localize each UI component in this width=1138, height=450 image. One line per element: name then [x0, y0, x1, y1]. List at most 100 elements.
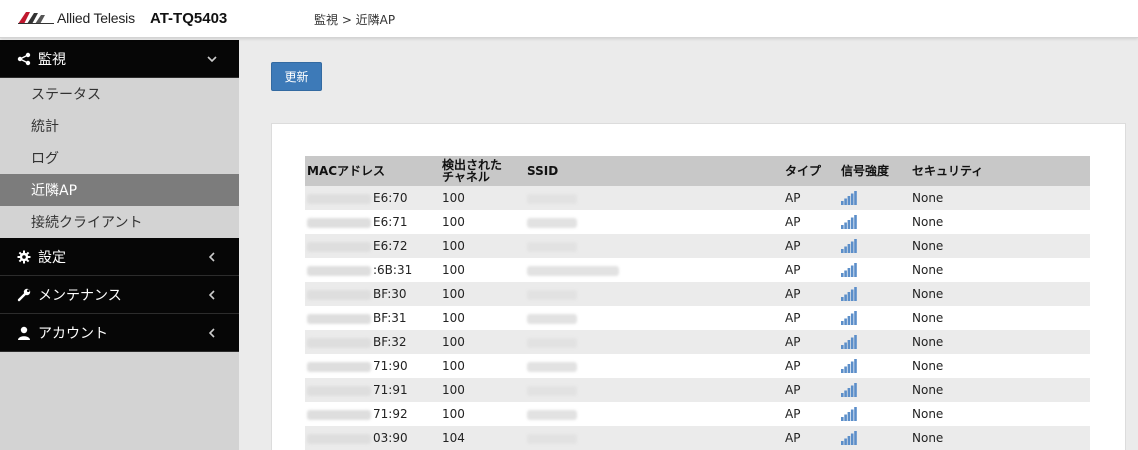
gear-icon: [16, 249, 32, 265]
type-cell: AP: [783, 258, 839, 282]
channel-cell: 100: [440, 330, 525, 354]
wrench-icon: [16, 287, 32, 303]
mac-cell: :6B:31: [305, 258, 440, 282]
column-header-channel[interactable]: 検出された チャネル: [440, 156, 525, 186]
security-cell: None: [910, 306, 1090, 330]
table-row: BF:32 100 AP None: [305, 330, 1090, 354]
redacted-mac: [307, 193, 371, 204]
column-header-security[interactable]: セキュリティ: [910, 156, 1090, 186]
column-header-mac[interactable]: MACアドレス: [305, 156, 440, 186]
signal-strength-icon: [841, 215, 857, 229]
signal-cell: [839, 234, 910, 258]
type-cell: AP: [783, 354, 839, 378]
security-cell: None: [910, 378, 1090, 402]
mac-cell: E6:72: [305, 234, 440, 258]
sidebar-item-statistics[interactable]: 統計: [0, 110, 239, 142]
table-row: 03:90 104 AP None: [305, 426, 1090, 450]
table-row: 71:92 100 AP None: [305, 402, 1090, 426]
ssid-cell: [525, 378, 783, 402]
table-row: E6:72 100 AP None: [305, 234, 1090, 258]
channel-cell: 100: [440, 234, 525, 258]
type-cell: AP: [783, 402, 839, 426]
mac-cell: 71:91: [305, 378, 440, 402]
sidebar-item-connected-clients[interactable]: 接続クライアント: [0, 206, 239, 238]
signal-strength-icon: [841, 191, 857, 205]
type-cell: AP: [783, 330, 839, 354]
type-cell: AP: [783, 210, 839, 234]
mac-suffix: 71:92: [373, 407, 408, 421]
mac-cell: E6:70: [305, 186, 440, 210]
chevron-left-icon: [207, 327, 217, 338]
top-header: Allied Telesis AT-TQ5403 監視 > 近隣AP: [0, 0, 1138, 38]
column-header-signal[interactable]: 信号強度: [839, 156, 910, 186]
sidebar-group-label: 設定: [38, 249, 66, 266]
ssid-cell: [525, 426, 783, 450]
sidebar-item-status[interactable]: ステータス: [0, 78, 239, 110]
security-cell: None: [910, 210, 1090, 234]
sidebar-item-neighbor-ap[interactable]: 近隣AP: [0, 174, 239, 206]
security-cell: None: [910, 330, 1090, 354]
signal-strength-icon: [841, 335, 857, 349]
sidebar-group-monitor[interactable]: 監視: [0, 40, 239, 78]
sidebar-group-label: 監視: [38, 51, 66, 68]
ssid-cell: [525, 234, 783, 258]
chevron-left-icon: [207, 251, 217, 262]
sidebar-group-account[interactable]: アカウント: [0, 314, 239, 352]
security-cell: None: [910, 354, 1090, 378]
chevron-down-icon: [207, 54, 217, 64]
neighbor-ap-table: MACアドレス 検出された チャネル SSID タイプ 信号強度 セキュリティ …: [305, 156, 1090, 450]
signal-strength-icon: [841, 359, 857, 373]
redacted-ssid: [527, 361, 577, 372]
mac-suffix: E6:72: [373, 239, 408, 253]
redacted-mac: [307, 361, 371, 372]
table-row: E6:71 100 AP None: [305, 210, 1090, 234]
signal-cell: [839, 186, 910, 210]
column-header-type[interactable]: タイプ: [783, 156, 839, 186]
channel-cell: 100: [440, 282, 525, 306]
signal-strength-icon: [841, 431, 857, 445]
ssid-cell: [525, 402, 783, 426]
mac-suffix: BF:30: [373, 287, 407, 301]
redacted-ssid: [527, 217, 577, 228]
signal-cell: [839, 426, 910, 450]
signal-cell: [839, 330, 910, 354]
signal-cell: [839, 378, 910, 402]
redacted-ssid: [527, 409, 577, 420]
sidebar-group-maintenance[interactable]: メンテナンス: [0, 276, 239, 314]
chevron-left-icon: [207, 289, 217, 300]
ssid-cell: [525, 282, 783, 306]
mac-suffix: 03:90: [373, 431, 408, 445]
share-icon: [16, 51, 32, 67]
redacted-ssid: [527, 265, 619, 276]
table-row: 71:91 100 AP None: [305, 378, 1090, 402]
redacted-ssid: [527, 385, 577, 396]
redacted-mac: [307, 337, 371, 348]
refresh-button[interactable]: 更新: [271, 62, 322, 91]
sidebar-group-settings[interactable]: 設定: [0, 238, 239, 276]
redacted-mac: [307, 289, 371, 300]
signal-cell: [839, 306, 910, 330]
channel-cell: 100: [440, 258, 525, 282]
redacted-ssid: [527, 289, 577, 300]
brand-logo[interactable]: Allied Telesis: [18, 10, 135, 26]
channel-cell: 100: [440, 354, 525, 378]
ssid-cell: [525, 186, 783, 210]
column-header-ssid[interactable]: SSID: [525, 156, 783, 186]
channel-cell: 100: [440, 402, 525, 426]
signal-cell: [839, 258, 910, 282]
signal-cell: [839, 354, 910, 378]
redacted-mac: [307, 265, 371, 276]
device-model: AT-TQ5403: [150, 10, 228, 27]
redacted-ssid: [527, 193, 577, 204]
neighbor-ap-panel: MACアドレス 検出された チャネル SSID タイプ 信号強度 セキュリティ …: [271, 123, 1126, 450]
mac-suffix: E6:71: [373, 215, 408, 229]
ssid-cell: [525, 330, 783, 354]
signal-strength-icon: [841, 239, 857, 253]
sidebar: 監視 ステータス 統計 ログ 近隣AP 接続クライアント 設定 メンテナンス ア…: [0, 40, 239, 450]
user-icon: [16, 325, 32, 341]
sidebar-item-log[interactable]: ログ: [0, 142, 239, 174]
sidebar-group-label: アカウント: [38, 325, 108, 342]
mac-cell: E6:71: [305, 210, 440, 234]
security-cell: None: [910, 426, 1090, 450]
channel-cell: 100: [440, 210, 525, 234]
